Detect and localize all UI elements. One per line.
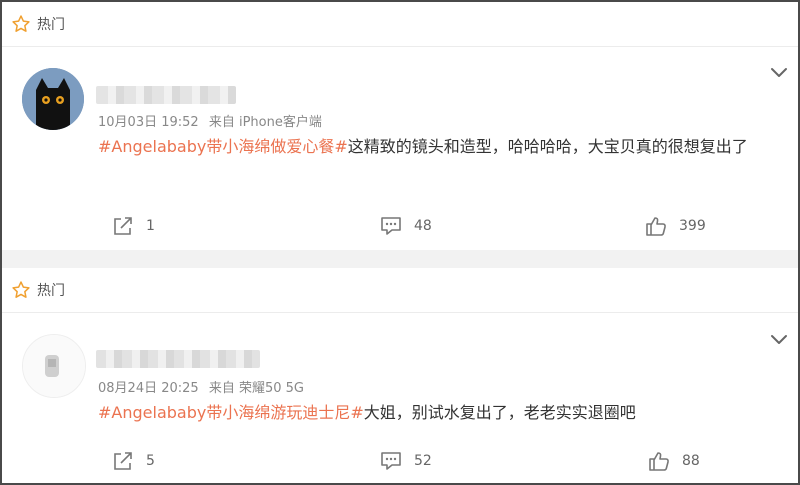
repost-count: 1 bbox=[146, 218, 155, 234]
like-button[interactable]: 399 bbox=[645, 216, 706, 236]
black-cat-avatar-icon bbox=[22, 68, 84, 130]
more-options-button[interactable] bbox=[770, 64, 788, 83]
post-meta: 10月03日 19:52 来自 iPhone客户端 bbox=[98, 111, 322, 130]
repost-button[interactable]: 1 bbox=[112, 216, 155, 236]
comment-button[interactable]: 48 bbox=[380, 216, 432, 236]
like-count: 88 bbox=[682, 453, 700, 469]
repost-button[interactable]: 5 bbox=[112, 451, 155, 471]
chevron-down-icon bbox=[771, 68, 787, 77]
comment-card-1: 热门 10月03日 19:52 来自 iPhone客户端 #Angelababy… bbox=[2, 2, 798, 250]
username-blurred[interactable] bbox=[96, 86, 236, 104]
repost-count: 5 bbox=[146, 453, 155, 469]
comment-icon bbox=[381, 452, 401, 470]
hot-label-text: 热门 bbox=[37, 283, 65, 299]
comment-body: 这精致的镜头和造型，哈哈哈哈，大宝贝真的很想复出了 bbox=[347, 137, 748, 156]
post-date: 08月24日 20:25 bbox=[98, 381, 199, 396]
post-source: 来自 iPhone客户端 bbox=[208, 115, 322, 130]
share-icon bbox=[114, 452, 132, 470]
post-date: 10月03日 19:52 bbox=[98, 115, 199, 130]
comment-text: #Angelababy带小海绵游玩迪士尼#大姐，别试水复出了，老老实实退圈吧 bbox=[98, 396, 788, 430]
star-outline-icon bbox=[12, 15, 30, 32]
comment-count: 52 bbox=[414, 453, 432, 469]
divider bbox=[2, 312, 798, 313]
avatar-blurred-icon bbox=[23, 335, 85, 397]
avatar[interactable] bbox=[22, 334, 86, 398]
comment-card-2: 热门 08月24日 20:25 来自 荣耀50 5G #Angelababy带小… bbox=[2, 268, 798, 483]
thumbs-up-icon bbox=[649, 452, 669, 471]
comment-icon bbox=[381, 217, 401, 235]
comment-button[interactable]: 52 bbox=[380, 451, 432, 471]
post-meta: 08月24日 20:25 来自 荣耀50 5G bbox=[98, 377, 304, 396]
post-source: 来自 荣耀50 5G bbox=[208, 381, 304, 396]
avatar[interactable] bbox=[22, 68, 84, 130]
comment-body: 大姐，别试水复出了，老老实实退圈吧 bbox=[363, 403, 636, 422]
divider bbox=[2, 46, 798, 47]
like-count: 399 bbox=[679, 218, 706, 234]
more-options-button[interactable] bbox=[770, 331, 788, 350]
username-blurred[interactable] bbox=[96, 350, 260, 368]
star-outline-icon bbox=[12, 281, 30, 298]
share-icon bbox=[114, 217, 132, 235]
comment-text: #Angelababy带小海绵做爱心餐#这精致的镜头和造型，哈哈哈哈，大宝贝真的… bbox=[98, 130, 788, 164]
comment-count: 48 bbox=[414, 218, 432, 234]
thumbs-up-icon bbox=[646, 217, 666, 236]
like-button[interactable]: 88 bbox=[648, 451, 700, 471]
hot-label: 热门 bbox=[11, 280, 65, 300]
weibo-comments-screenshot: 热门 10月03日 19:52 来自 iPhone客户端 #Angelababy… bbox=[0, 0, 800, 485]
hot-label: 热门 bbox=[11, 14, 65, 34]
hashtag-link[interactable]: #Angelababy带小海绵做爱心餐# bbox=[98, 137, 348, 156]
hashtag-link[interactable]: #Angelababy带小海绵游玩迪士尼# bbox=[98, 403, 364, 422]
hot-label-text: 热门 bbox=[37, 17, 65, 33]
chevron-down-icon bbox=[771, 335, 787, 344]
